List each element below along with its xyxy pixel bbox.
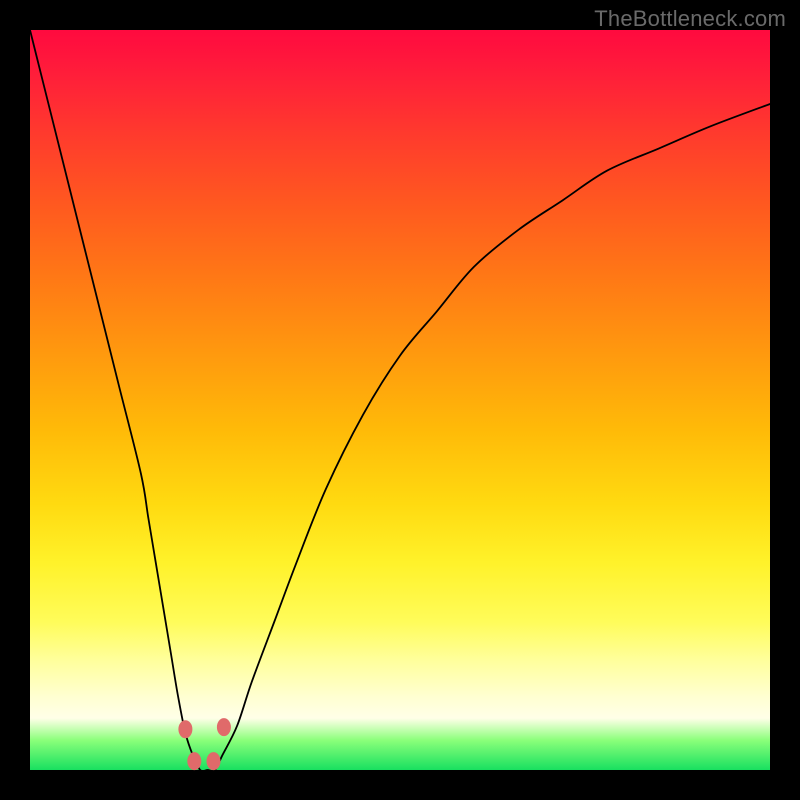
curve-layer — [30, 30, 770, 770]
chart-frame: TheBottleneck.com — [0, 0, 800, 800]
curve-marker — [178, 720, 192, 738]
attribution-text: TheBottleneck.com — [594, 6, 786, 32]
plot-area — [30, 30, 770, 770]
bottleneck-curve — [30, 30, 770, 771]
curve-marker — [207, 752, 221, 770]
curve-marker — [187, 752, 201, 770]
curve-marker — [217, 718, 231, 736]
curve-markers — [178, 718, 231, 770]
